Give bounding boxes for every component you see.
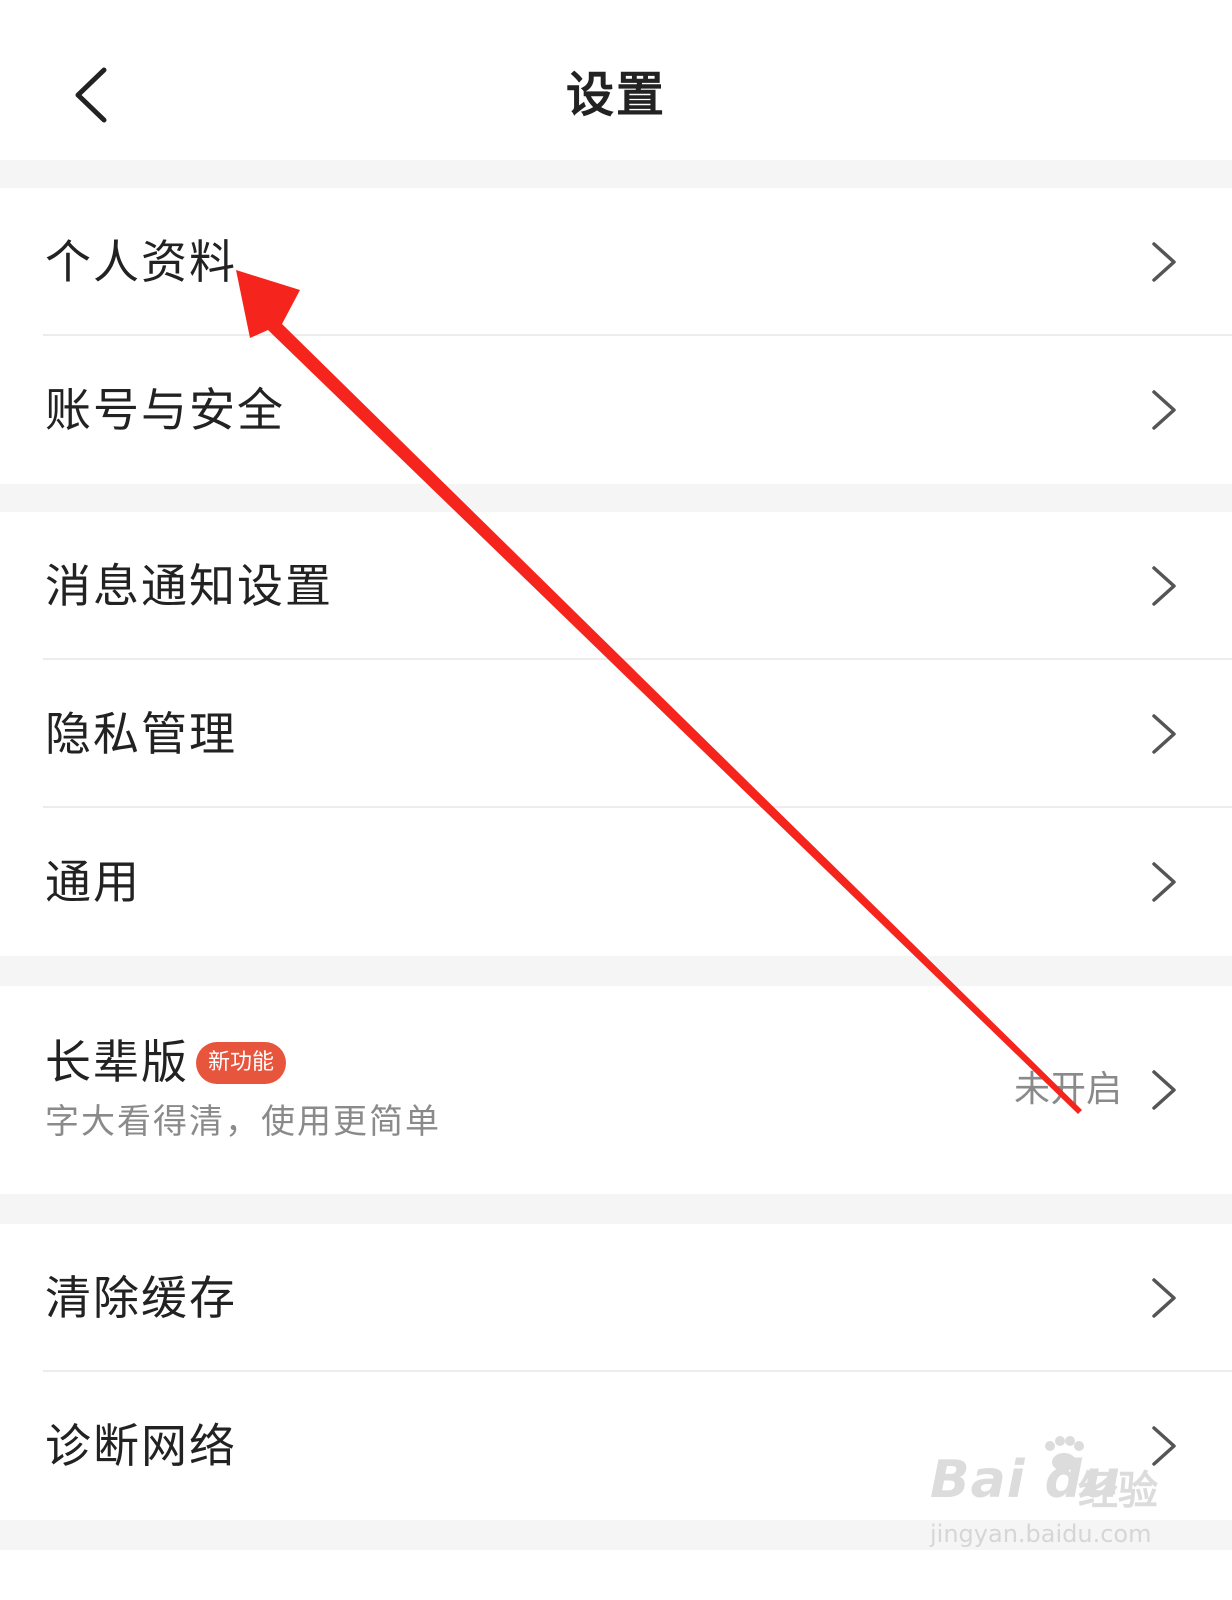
settings-item-profile[interactable]: 个人资料 — [0, 188, 1232, 336]
settings-item-label: 个人资料 — [45, 235, 237, 289]
settings-item-notifications[interactable]: 消息通知设置 — [0, 512, 1232, 660]
section-gap — [0, 1194, 1232, 1224]
settings-group-account: 个人资料 账号与安全 — [0, 188, 1232, 484]
watermark-url: jingyan.baidu.com — [930, 1520, 1152, 1548]
chevron-right-icon — [1152, 390, 1176, 430]
chevron-right-icon — [1152, 862, 1176, 902]
settings-page: 设置 个人资料 账号与安全 消息通知设置 隐私管理 通用 长辈版 新功能 字大看… — [0, 0, 1232, 1600]
chevron-right-icon — [1152, 1070, 1176, 1110]
elder-mode-subtitle: 字大看得清，使用更简单 — [45, 1102, 441, 1142]
watermark-brand: 经验 — [1078, 1468, 1158, 1514]
settings-item-elder-mode[interactable]: 长辈版 新功能 字大看得清，使用更简单 未开启 — [0, 986, 1232, 1194]
elder-mode-status: 未开启 — [1013, 1069, 1122, 1110]
chevron-right-icon — [1152, 566, 1176, 606]
settings-item-label: 通用 — [45, 855, 141, 909]
settings-item-label: 清除缓存 — [45, 1271, 237, 1325]
settings-group-elder: 长辈版 新功能 字大看得清，使用更简单 未开启 — [0, 986, 1232, 1194]
chevron-right-icon — [1152, 714, 1176, 754]
new-feature-badge: 新功能 — [196, 1042, 287, 1084]
baidu-jingyan-watermark: Bai du 经验 jingyan.baidu.com — [930, 1436, 1190, 1560]
settings-item-account-security[interactable]: 账号与安全 — [0, 336, 1232, 484]
section-gap — [0, 956, 1232, 986]
elder-mode-title: 长辈版 — [45, 1035, 189, 1089]
settings-item-label: 消息通知设置 — [45, 559, 333, 613]
page-title: 设置 — [565, 67, 666, 123]
settings-item-privacy[interactable]: 隐私管理 — [0, 660, 1232, 808]
chevron-right-icon — [1152, 242, 1176, 282]
chevron-right-icon — [1152, 1278, 1176, 1318]
nav-header: 设置 — [0, 0, 1232, 160]
settings-item-label: 诊断网络 — [45, 1419, 237, 1473]
settings-item-general[interactable]: 通用 — [0, 808, 1232, 956]
settings-item-label: 隐私管理 — [45, 707, 237, 761]
section-gap — [0, 484, 1232, 512]
settings-group-general: 消息通知设置 隐私管理 通用 — [0, 512, 1232, 956]
settings-item-label: 账号与安全 — [45, 383, 285, 437]
settings-item-clear-cache[interactable]: 清除缓存 — [0, 1224, 1232, 1372]
section-gap — [0, 160, 1232, 188]
